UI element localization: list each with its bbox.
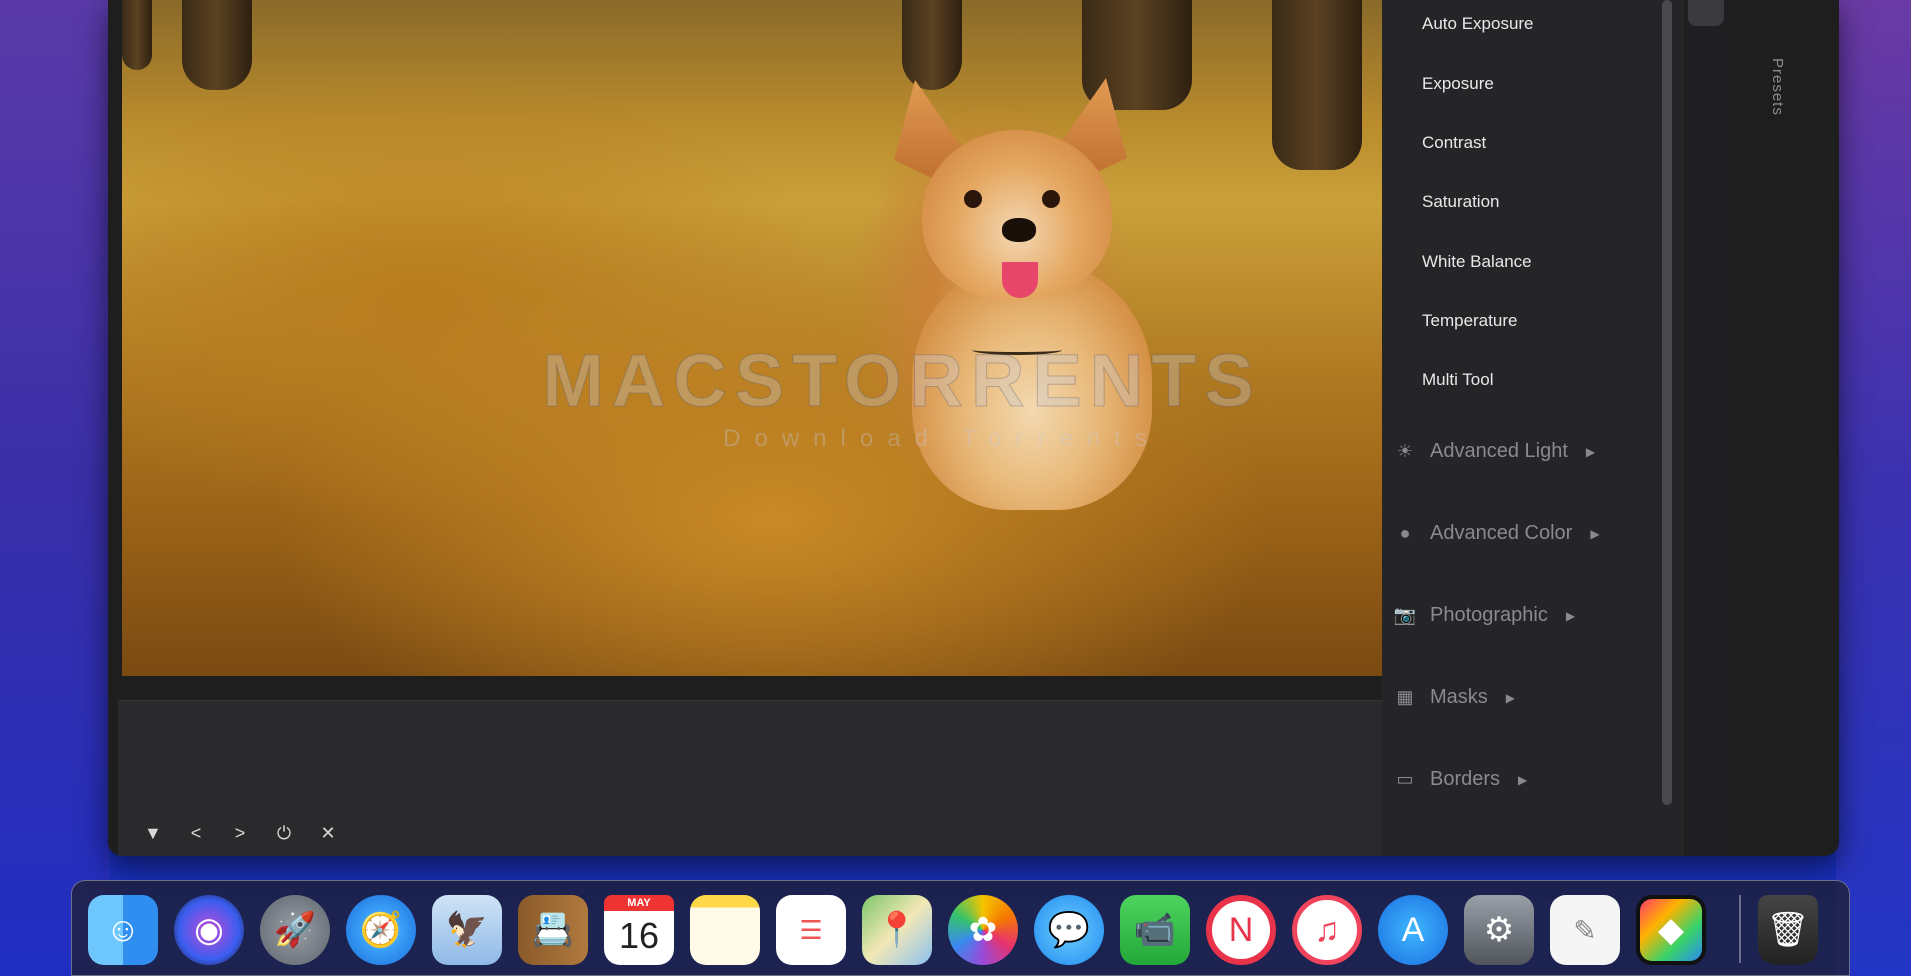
watermark-subtext: Download Torrents [723, 425, 1161, 452]
photos-icon[interactable]: ✿ [948, 895, 1018, 965]
photo-app-icon[interactable]: ◆ [1636, 895, 1706, 965]
border-frame-icon: ▭ [1396, 769, 1414, 789]
group-label: Advanced Color [1430, 522, 1573, 544]
calendar-day: 16 [618, 915, 660, 956]
textedit-icon[interactable]: ✎ [1550, 895, 1620, 965]
sun-icon: ☀ [1396, 441, 1414, 461]
previous-image-icon[interactable]: < [188, 823, 204, 844]
music-icon[interactable]: ♫ [1292, 895, 1362, 965]
presets-tab-label[interactable]: Presets [1769, 58, 1786, 116]
tool-saturation[interactable]: Saturation [1422, 192, 1500, 212]
tool-exposure[interactable]: Exposure [1422, 74, 1494, 94]
launchpad-icon[interactable]: 🚀 [260, 895, 330, 965]
dog-nose [1002, 218, 1036, 242]
messages-icon[interactable]: 💬 [1034, 895, 1104, 965]
tool-temperature[interactable]: Temperature [1422, 311, 1517, 331]
siri-icon[interactable]: ◉ [174, 895, 244, 965]
photo-canvas[interactable]: MACSTORRENTS Download Torrents [122, 0, 1479, 676]
safari-icon[interactable]: 🧭 [346, 895, 416, 965]
filmstrip-panel: ▼ < > ⏻ ✕ [118, 700, 1482, 856]
group-borders[interactable]: ▭ Borders ▶ [1394, 768, 1527, 791]
group-label: Masks [1430, 686, 1488, 708]
expand-arrow-icon: ▶ [1518, 772, 1528, 787]
filmstrip-controls: ▼ < > ⏻ ✕ [144, 823, 336, 844]
tool-white-balance[interactable]: White Balance [1422, 252, 1532, 272]
presets-toggle-button[interactable] [1688, 0, 1724, 26]
tree-trunk [1272, 0, 1362, 170]
group-label: Borders [1430, 768, 1501, 790]
presets-tab[interactable] [1688, 0, 1728, 856]
notes-icon[interactable] [690, 895, 760, 965]
next-image-icon[interactable]: > [232, 823, 248, 844]
group-advanced-color[interactable]: ● Advanced Color ▶ [1394, 522, 1600, 545]
expand-arrow-icon: ▶ [1585, 444, 1596, 459]
desktop-wallpaper-left [0, 0, 110, 976]
group-photographic[interactable]: 📷 Photographic ▶ [1394, 604, 1575, 627]
expand-arrow-icon: ▶ [1590, 526, 1600, 541]
system-preferences-icon[interactable]: ⚙ [1464, 895, 1534, 965]
calendar-month: MAY [604, 895, 674, 911]
group-label: Photographic [1430, 604, 1548, 626]
tree-trunk [902, 0, 962, 90]
dog-tongue [1002, 262, 1038, 298]
group-label: Advanced Light [1430, 440, 1568, 462]
dog-eye [1042, 190, 1060, 208]
expand-arrow-icon: ▶ [1565, 608, 1576, 623]
watermark-text: MACSTORRENTS [542, 339, 1262, 423]
maps-icon[interactable]: 📍 [862, 895, 932, 965]
facetime-icon[interactable]: 📹 [1120, 895, 1190, 965]
tree-trunk [182, 0, 252, 90]
power-icon[interactable]: ⏻ [276, 823, 292, 844]
tool-contrast[interactable]: Contrast [1422, 133, 1486, 153]
expand-arrow-icon: ▶ [1505, 690, 1516, 705]
checkerboard-icon: ▦ [1396, 687, 1414, 707]
news-icon[interactable]: N [1206, 895, 1276, 965]
app-store-icon[interactable]: A [1378, 895, 1448, 965]
dock-separator [1739, 895, 1741, 963]
tool-auto-exposure[interactable]: Auto Exposure [1422, 14, 1534, 34]
panel-scrollbar[interactable] [1662, 0, 1672, 805]
trash-icon[interactable]: 🗑 [1758, 895, 1818, 965]
finder-icon[interactable]: ☺ [88, 895, 158, 965]
desktop-wallpaper-right [1836, 0, 1911, 976]
group-advanced-light[interactable]: ☀ Advanced Light ▶ [1394, 440, 1595, 463]
dock: ☺ ◉ 🚀 🧭 🦅 📇 MAY 16 ☰ 📍 ✿ 💬 📹 N ♫ A ⚙ ✎ ◆… [71, 880, 1850, 976]
dog-eye [964, 190, 982, 208]
collapse-filmstrip-icon[interactable]: ▼ [144, 823, 162, 844]
tree-trunk [122, 0, 152, 70]
color-circle-icon: ● [1399, 523, 1411, 543]
close-icon[interactable]: ✕ [320, 823, 336, 844]
mail-icon[interactable]: 🦅 [432, 895, 502, 965]
calendar-icon[interactable]: MAY 16 [604, 895, 674, 965]
tools-panel: Auto Exposure Exposure Contrast Saturati… [1382, 0, 1684, 856]
camera-icon: 📷 [1393, 605, 1417, 625]
contacts-icon[interactable]: 📇 [518, 895, 588, 965]
tool-multi-tool[interactable]: Multi Tool [1422, 370, 1494, 390]
reminders-icon[interactable]: ☰ [776, 895, 846, 965]
group-masks[interactable]: ▦ Masks ▶ [1394, 686, 1515, 709]
